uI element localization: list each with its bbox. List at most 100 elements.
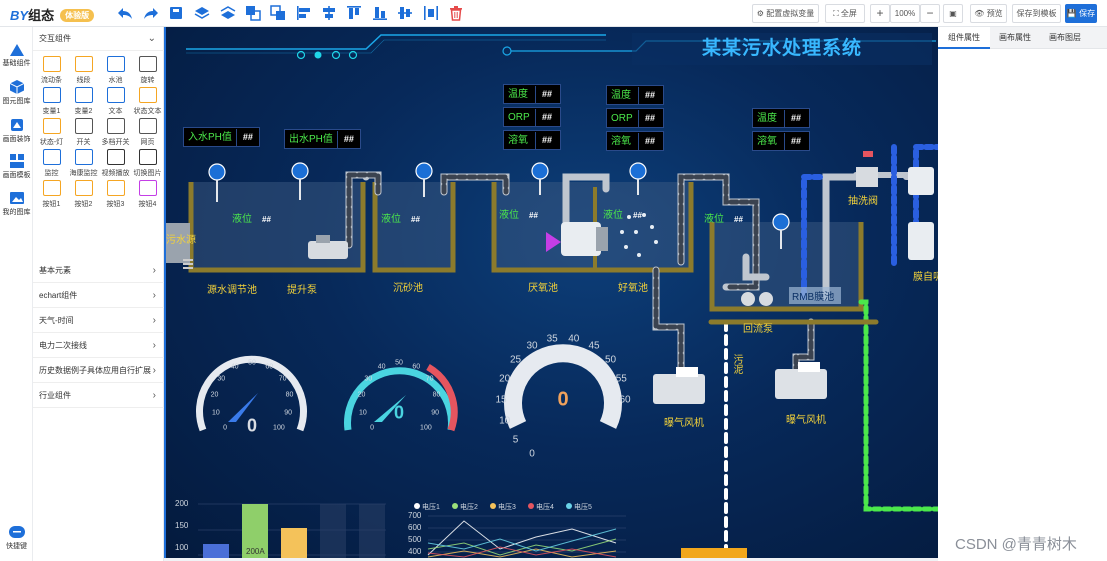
component-button[interactable]: 按钮3	[100, 180, 131, 209]
line-series	[427, 520, 617, 556]
group-header[interactable]: echart组件 ›	[33, 284, 164, 308]
group-header[interactable]: 行业组件 ›	[33, 384, 164, 408]
shortcut-button[interactable]: 快捷键	[0, 525, 33, 551]
sand-tank-label: 沉砂池	[393, 283, 423, 294]
design-canvas[interactable]: 某某污水处理系统 入水PH值 ## 出水PH值 ## 温度 ## ORP ## 溶氧 ##…	[164, 27, 938, 558]
component-camera[interactable]: 海康监控	[68, 149, 99, 178]
level-text: 液位	[232, 214, 252, 225]
rail-item-label: 基础组件	[2, 60, 31, 67]
component-multi-switch[interactable]: 多档开关	[100, 118, 131, 147]
align-bottom-icon[interactable]	[372, 5, 388, 21]
component-label: 流动条	[41, 77, 62, 84]
group-interactive[interactable]: 交互组件 ⌄	[33, 27, 164, 51]
bring-to-front-icon[interactable]	[245, 5, 261, 21]
group-header[interactable]: 基本元素 ›	[33, 259, 164, 283]
gauge-tick-label: 70	[425, 375, 434, 383]
shortcut-label: 快捷键	[6, 543, 27, 550]
align-center-icon[interactable]	[321, 5, 337, 21]
legend-marker	[414, 503, 420, 509]
tab-component-props[interactable]: 组件属性	[938, 27, 990, 49]
anoxic-do-box[interactable]: 溶氧 ##	[503, 130, 561, 150]
align-top-icon[interactable]	[346, 5, 362, 21]
config-vars-button[interactable]: ⚙ 配置虚拟变量	[752, 4, 819, 23]
switch-icon	[74, 118, 93, 134]
group-header[interactable]: 天气-时间 ›	[33, 309, 164, 333]
align-left-icon[interactable]	[296, 5, 312, 21]
logo-name: 组态	[28, 8, 55, 23]
component-label: 切换图片	[133, 170, 162, 177]
component-button[interactable]: 按钮2	[68, 180, 99, 209]
zoom-in-button[interactable]: +	[870, 4, 890, 23]
bring-forward-icon[interactable]	[194, 5, 210, 21]
fit-screen-button[interactable]: ▣	[943, 4, 963, 23]
component-button[interactable]: 按钮4	[132, 180, 163, 209]
component-text[interactable]: 文本	[100, 87, 131, 116]
component-camera[interactable]: 监控	[36, 149, 67, 178]
mbr-do-box[interactable]: 溶氧 ##	[752, 131, 810, 151]
ph-out-box[interactable]: 出水PH值 ##	[284, 129, 361, 149]
rail-item-decoration[interactable]: 画面装饰	[0, 118, 33, 144]
send-backward-icon[interactable]	[220, 5, 236, 21]
component-label: 按钮1	[42, 201, 61, 208]
distribute-icon[interactable]	[423, 5, 439, 21]
group-header[interactable]: 电力二次接线 ›	[33, 334, 164, 358]
sludge-label: 污泥	[731, 354, 742, 374]
component-button[interactable]: 按钮1	[36, 180, 67, 209]
group-header[interactable]: 历史数据例子具体应用自行扩展 ›	[33, 359, 164, 383]
gauge-tick-label: 90	[431, 409, 439, 417]
chevron-right-icon: ›	[152, 315, 156, 326]
component-label: 按钮2	[74, 201, 93, 208]
app-logo: BY组态 体验版	[10, 5, 95, 24]
aerobic-orp-box[interactable]: ORP ##	[606, 108, 664, 128]
chevron-right-icon: ›	[152, 265, 156, 276]
zoom-out-button[interactable]: −	[920, 4, 940, 23]
level-text: 液位	[603, 210, 623, 221]
component-rotate[interactable]: 旋转	[132, 56, 163, 85]
save-template-button[interactable]: 保存到模板	[1012, 4, 1061, 23]
send-to-back-icon[interactable]	[270, 5, 286, 21]
component-line[interactable]: 线段	[68, 56, 99, 85]
component-video[interactable]: 视频播放	[100, 149, 131, 178]
camera-icon	[74, 149, 93, 165]
ph-in-box[interactable]: 入水PH值 ##	[183, 127, 260, 147]
save-layer-icon[interactable]	[168, 5, 184, 21]
tab-canvas-layers[interactable]: 画布图层	[1040, 27, 1090, 49]
component-webpage[interactable]: 网页	[132, 118, 163, 147]
fullscreen-button[interactable]: ⛶ 全屏	[825, 4, 865, 23]
tab-canvas-props[interactable]: 画布属性	[990, 27, 1040, 49]
save-button[interactable]: 💾 保存	[1065, 4, 1097, 23]
component-flow-bar[interactable]: 流动条	[36, 56, 67, 85]
rail-item-template[interactable]: 画面模板	[0, 154, 33, 180]
mbr-temp-box[interactable]: 温度 ##	[752, 108, 810, 128]
delete-icon[interactable]	[448, 5, 464, 21]
component-switch[interactable]: 开关	[68, 118, 99, 147]
component-image-switch[interactable]: 切换图片	[132, 149, 163, 178]
preview-button[interactable]: 👁 预览	[970, 4, 1007, 23]
undo-icon[interactable]	[117, 5, 133, 21]
component-variable[interactable]: 变量2	[68, 87, 99, 116]
redo-icon[interactable]	[143, 5, 159, 21]
component-lamp[interactable]: 状态-灯	[36, 118, 67, 147]
level-label-5: 液位 ##	[704, 210, 743, 225]
aerobic-temp-box[interactable]: 温度 ##	[606, 85, 664, 105]
rail-item-gallery[interactable]: 图元图库	[0, 80, 33, 106]
component-status-text[interactable]: 状态文本	[132, 87, 163, 116]
fullscreen-label: 全屏	[840, 9, 857, 18]
mbr-tank-label: RMB膜池	[792, 292, 835, 303]
anoxic-temp-box[interactable]: 温度 ##	[503, 84, 561, 104]
rail-item-basic[interactable]: 基础组件	[0, 44, 33, 68]
component-pool[interactable]: 水池	[100, 56, 131, 85]
aerobic-do-box[interactable]: 溶氧 ##	[606, 131, 664, 151]
rail-item-my-gallery[interactable]: 我的图库	[0, 191, 33, 217]
component-variable[interactable]: 变量1	[36, 87, 67, 116]
status-text-icon	[138, 87, 157, 103]
line-chart	[427, 520, 617, 558]
gauge-tick-label: 60	[412, 363, 421, 371]
anoxic-orp-box[interactable]: ORP ##	[503, 107, 561, 127]
gauge-tick-label: 35	[546, 333, 558, 345]
gauge-tick-label: 100	[420, 424, 432, 432]
align-middle-icon[interactable]	[397, 5, 413, 21]
rail-item-label: 画面装饰	[2, 136, 31, 143]
bar-mark	[320, 504, 346, 558]
line-chart-tick: 600	[408, 523, 422, 532]
